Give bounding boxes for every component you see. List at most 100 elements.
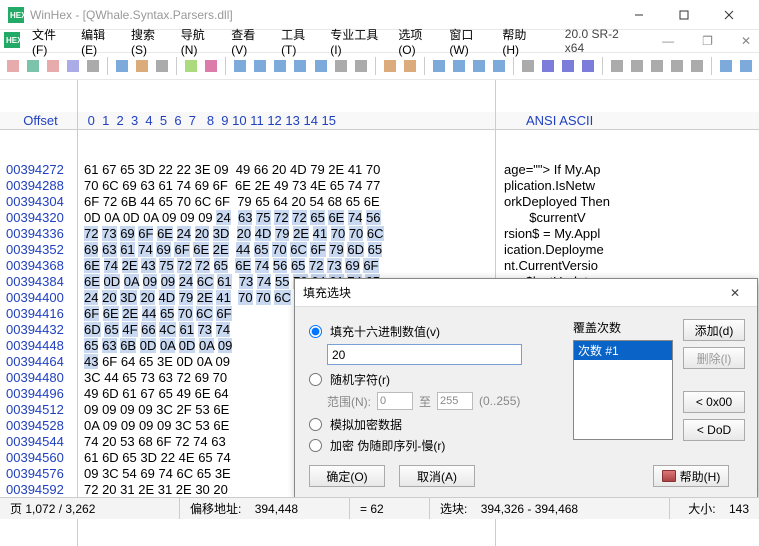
hex-row[interactable]: 0D 0A 0D 0A 09 09 09 24 63 75 72 72 65 6… — [78, 210, 495, 226]
fill-hex-radio[interactable] — [309, 325, 322, 338]
toolbar-button[interactable] — [291, 55, 309, 77]
hex-value-input[interactable] — [327, 344, 522, 365]
dod-button[interactable]: < DoD — [683, 419, 745, 441]
offset-cell: 00394400 — [0, 290, 77, 306]
offset-status: 偏移地址: 394,448 — [180, 498, 350, 519]
toolbar-button[interactable] — [429, 55, 447, 77]
toolbar-button[interactable] — [332, 55, 350, 77]
offset-cell: 00394544 — [0, 434, 77, 450]
ascii-header: ANSI ASCII — [496, 112, 759, 130]
toolbar-button[interactable] — [470, 55, 488, 77]
menu-item[interactable]: 编辑(E) — [81, 26, 119, 57]
toolbar-button[interactable] — [608, 55, 626, 77]
mdi-close[interactable]: ✕ — [737, 34, 755, 48]
fill-random-label: 随机字符(r) — [330, 371, 390, 388]
menu-item[interactable]: 专业工具(I) — [330, 26, 386, 57]
toolbar-button[interactable] — [688, 55, 706, 77]
toolbar-button[interactable] — [271, 55, 289, 77]
menu-item[interactable]: 帮助(H) — [502, 26, 540, 57]
range-from-input[interactable] — [377, 392, 413, 410]
fill-random-radio[interactable] — [309, 373, 322, 386]
delete-button[interactable]: 删除(l) — [683, 347, 745, 369]
toolbar-button[interactable] — [381, 55, 399, 77]
hex-row[interactable]: 6F 72 6B 44 65 70 6C 6F 79 65 64 20 54 6… — [78, 194, 495, 210]
hex-row[interactable]: 6E 74 2E 43 75 72 72 65 6E 74 56 65 72 7… — [78, 258, 495, 274]
toolbar-button[interactable] — [84, 55, 102, 77]
offset-cell: 00394432 — [0, 322, 77, 338]
toolbar-button[interactable] — [4, 55, 22, 77]
offset-header: Offset — [0, 112, 77, 130]
offset-cell: 00394560 — [0, 450, 77, 466]
menu-bar: HEX 文件(F)编辑(E)搜索(S)导航(N)查看(V)工具(T)专业工具(I… — [0, 30, 759, 52]
toolbar-button[interactable] — [668, 55, 686, 77]
offset-cell: 00394368 — [0, 258, 77, 274]
toolbar-button[interactable] — [628, 55, 646, 77]
offset-cell: 00394576 — [0, 466, 77, 482]
menu-item[interactable]: 窗口(W) — [449, 26, 490, 57]
book-icon — [662, 470, 676, 482]
add-button[interactable]: 添加(d) — [683, 319, 745, 341]
size-status: 大小: 143 — [670, 498, 759, 519]
menu-item[interactable]: 导航(N) — [181, 26, 219, 57]
toolbar-button[interactable] — [231, 55, 249, 77]
ok-button[interactable]: 确定(O) — [309, 465, 385, 487]
toolbar-button[interactable] — [401, 55, 419, 77]
range-to-input[interactable] — [437, 392, 473, 410]
dialog-close-button[interactable]: ✕ — [721, 281, 749, 305]
toolbar-button[interactable] — [737, 55, 755, 77]
ascii-row[interactable]: plication.IsNetw — [496, 178, 759, 194]
dialog-title: 填充选块 — [303, 284, 721, 301]
cancel-button[interactable]: 取消(A) — [399, 465, 475, 487]
menu-item[interactable]: 查看(V) — [231, 26, 269, 57]
toolbar-button[interactable] — [153, 55, 171, 77]
fill-encrypt-radio[interactable] — [309, 439, 322, 452]
menu-item[interactable]: 文件(F) — [32, 26, 69, 57]
toolbar-button[interactable] — [64, 55, 82, 77]
toolbar-button[interactable] — [133, 55, 151, 77]
toolbar-button[interactable] — [202, 55, 220, 77]
hex-row[interactable]: 61 67 65 3D 22 22 3E 09 49 66 20 4D 79 2… — [78, 162, 495, 178]
close-button[interactable] — [706, 1, 751, 29]
offset-cell: 00394304 — [0, 194, 77, 210]
hex-row[interactable]: 69 63 61 74 69 6F 6E 2E 44 65 70 6C 6F 7… — [78, 242, 495, 258]
mdi-restore[interactable]: ❐ — [698, 34, 717, 48]
help-button[interactable]: 帮助(H) — [653, 465, 729, 487]
toolbar-button[interactable] — [579, 55, 597, 77]
ascii-row[interactable]: nt.CurrentVersio — [496, 258, 759, 274]
toolbar-button[interactable] — [717, 55, 735, 77]
menu-item[interactable]: 选项(O) — [398, 26, 437, 57]
toolbar-button[interactable] — [519, 55, 537, 77]
toolbar-button[interactable] — [648, 55, 666, 77]
toolbar-button[interactable] — [24, 55, 42, 77]
menu-item[interactable]: 工具(T) — [281, 26, 318, 57]
0x00-button[interactable]: < 0x00 — [683, 391, 745, 413]
count-item[interactable]: 次数 #1 — [574, 341, 672, 360]
offset-cell: 00394512 — [0, 402, 77, 418]
toolbar-button[interactable] — [44, 55, 62, 77]
mdi-minimize[interactable]: — — [658, 34, 678, 48]
maximize-button[interactable] — [661, 1, 706, 29]
toolbar-button[interactable] — [182, 55, 200, 77]
hex-row[interactable]: 72 73 69 6F 6E 24 20 3D 20 4D 79 2E 41 7… — [78, 226, 495, 242]
toolbar-button[interactable] — [251, 55, 269, 77]
fill-encrypt-label: 加密 伪随即序列-慢(r) — [330, 437, 445, 454]
toolbar-button[interactable] — [311, 55, 329, 77]
toolbar-button[interactable] — [450, 55, 468, 77]
fill-simulate-radio[interactable] — [309, 418, 322, 431]
ascii-row[interactable]: rsion$ = My.Appl — [496, 226, 759, 242]
ascii-row[interactable]: ication.Deployme — [496, 242, 759, 258]
menu-item[interactable]: 搜索(S) — [131, 26, 169, 57]
ascii-row[interactable]: orkDeployed Then — [496, 194, 759, 210]
ascii-row[interactable]: $currentV — [496, 210, 759, 226]
minimize-button[interactable] — [616, 1, 661, 29]
toolbar-button[interactable] — [490, 55, 508, 77]
toolbar-button[interactable] — [352, 55, 370, 77]
ascii-row[interactable]: age=""> If My.Ap — [496, 162, 759, 178]
offset-cell: 00394336 — [0, 226, 77, 242]
overwrite-count-list[interactable]: 次数 #1 — [573, 340, 673, 440]
toolbar-button[interactable] — [539, 55, 557, 77]
toolbar-button[interactable] — [559, 55, 577, 77]
toolbar-button[interactable] — [113, 55, 131, 77]
hex-row[interactable]: 70 6C 69 63 61 74 69 6F 6E 2E 49 73 4E 6… — [78, 178, 495, 194]
offset-cell: 00394288 — [0, 178, 77, 194]
